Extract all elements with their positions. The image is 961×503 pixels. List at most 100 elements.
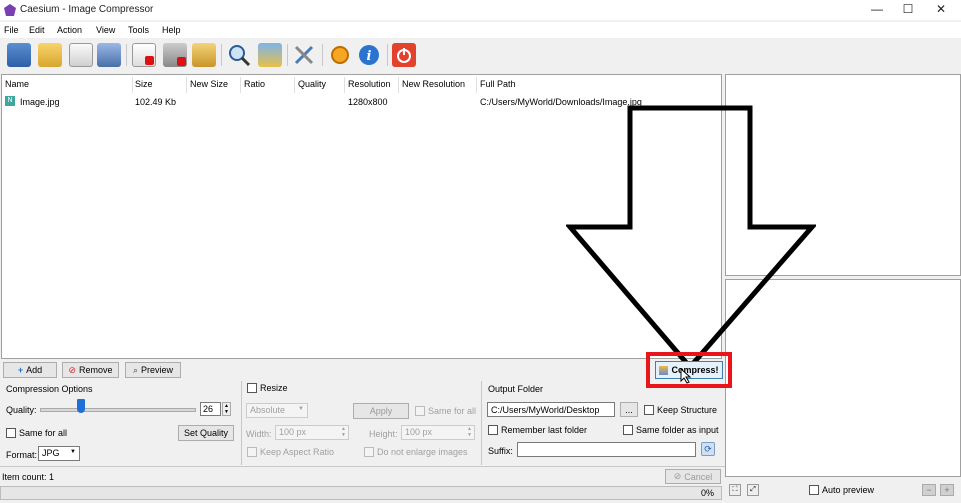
quality-slider-thumb[interactable] [76,399,85,413]
no-enlarge-label: Do not enlarge images [377,447,468,457]
broom-icon[interactable] [192,43,216,67]
close-button[interactable]: ✕ [926,2,956,18]
preview-button[interactable]: ⌕ Preview [125,362,181,378]
quality-spinbox[interactable]: 26 [200,402,221,416]
cell-name: Image.jpg [20,97,60,107]
compress-image-icon [659,365,669,375]
column-ratio[interactable]: Ratio [244,79,265,89]
sun-update-icon[interactable] [328,43,352,67]
remember-folder-checkbox[interactable] [488,425,498,435]
format-select[interactable]: JPG ▼ [38,446,80,461]
keep-aspect-checkbox[interactable] [247,447,257,457]
chevron-down-icon: ▼ [70,449,76,455]
column-name[interactable]: Name [5,79,29,89]
plus-icon: + [17,365,24,375]
resize-mode-select[interactable]: Absolute ▼ [246,403,308,418]
menu-tools[interactable]: Tools [128,25,149,35]
remove-item-icon[interactable] [132,43,156,67]
save-icon[interactable] [97,43,121,67]
no-enlarge-checkbox[interactable] [364,447,374,457]
menu-file[interactable]: File [4,25,19,35]
chevron-down-icon: ▼ [298,406,304,412]
image-preview-icon[interactable] [258,43,282,67]
same-for-all-quality-checkbox[interactable] [6,428,16,438]
remember-folder-label: Remember last folder [501,425,588,435]
output-folder-title: Output Folder [488,384,544,394]
progress-bar: 0% [0,486,722,500]
menu-bar: File Edit Action View Tools Help [0,22,961,38]
caesium-logo-icon [4,4,16,16]
same-for-all-resize-label: Same for all [428,406,477,416]
apply-button[interactable]: Apply [353,403,409,419]
quality-label: Quality: [6,405,37,415]
cell-resolution: 1280x800 [348,97,388,107]
height-label: Height: [369,429,398,439]
width-input[interactable]: 100 px ▲ ▼ [275,425,349,440]
resize-title: Resize [260,383,288,393]
save-list-icon[interactable] [69,43,93,67]
suffix-label: Suffix: [488,446,513,456]
same-folder-checkbox[interactable] [623,425,633,435]
same-for-all-resize-checkbox[interactable] [415,406,425,416]
height-spin-icon: ▲ ▼ [467,426,472,438]
progress-text: 0% [701,488,715,498]
open-folder-icon[interactable] [38,43,62,67]
add-button[interactable]: + Add [3,362,57,378]
title-bar: Caesium - Image Compressor — ☐ ✕ [0,0,961,20]
menu-help[interactable]: Help [162,25,181,35]
column-resolution[interactable]: Resolution [348,79,391,89]
zoom-icon[interactable] [227,43,251,67]
svg-text:i: i [367,49,372,64]
column-size[interactable]: Size [135,79,153,89]
minimize-button[interactable]: — [862,2,892,18]
auto-preview-label: Auto preview [822,485,875,495]
menu-view[interactable]: View [96,25,115,35]
width-label: Width: [246,429,272,439]
width-spin-icon: ▲ ▼ [341,426,346,438]
same-folder-label: Same folder as input [636,425,719,435]
clear-list-icon[interactable] [163,43,187,67]
output-folder-input[interactable]: C:/Users/MyWorld/Desktop [487,402,615,417]
column-quality[interactable]: Quality [298,79,326,89]
auto-preview-checkbox[interactable] [809,485,819,495]
menu-edit[interactable]: Edit [29,25,45,35]
open-files-icon[interactable] [7,43,31,67]
zoom-out-icon[interactable]: − [922,484,936,496]
quality-slider-track[interactable] [40,408,196,412]
height-input[interactable]: 100 px ▲ ▼ [401,425,475,440]
compression-options-title: Compression Options [6,384,93,394]
fit-view-icon[interactable]: ⛶ [729,484,741,496]
cancel-icon: ⊘ [673,471,682,481]
magnifier-icon: ⌕ [132,364,139,375]
format-label: Format: [6,450,38,460]
exit-power-icon[interactable] [392,43,416,67]
maximize-button[interactable]: ☐ [893,2,923,18]
keep-structure-checkbox[interactable] [644,405,654,415]
window-title: Caesium - Image Compressor [20,4,154,15]
keep-aspect-label: Keep Aspect Ratio [260,447,335,457]
fullscreen-icon[interactable]: ⤢ [747,484,759,496]
jpg-file-icon: N [5,96,15,106]
browse-folder-button[interactable]: ... [620,402,638,417]
suffix-input[interactable] [517,442,696,457]
column-new-size[interactable]: New Size [190,79,228,89]
zoom-in-icon[interactable]: + [940,484,954,496]
cell-size: 102.49 Kb [135,97,177,107]
item-count-label: Item count: 1 [2,472,55,482]
keep-structure-label: Keep Structure [657,405,718,415]
refresh-icon[interactable]: ⟳ [701,442,715,456]
info-icon[interactable]: i [357,43,381,67]
set-quality-button[interactable]: Set Quality [178,425,234,441]
toolbar: i [0,38,961,72]
remove-button[interactable]: ⊘ Remove [62,362,119,378]
menu-action[interactable]: Action [57,25,82,35]
column-new-resolution[interactable]: New Resolution [402,79,465,89]
column-full-path[interactable]: Full Path [480,79,516,89]
cancel-button[interactable]: ⊘ Cancel [665,469,721,484]
down-arrow-annotation-icon [566,105,816,371]
no-entry-icon: ⊘ [68,364,77,375]
resize-checkbox[interactable] [247,383,257,393]
mouse-cursor-icon [680,368,692,384]
quality-spin-arrows-icon[interactable]: ▲ ▼ [222,402,231,416]
settings-tools-icon[interactable] [292,43,316,67]
